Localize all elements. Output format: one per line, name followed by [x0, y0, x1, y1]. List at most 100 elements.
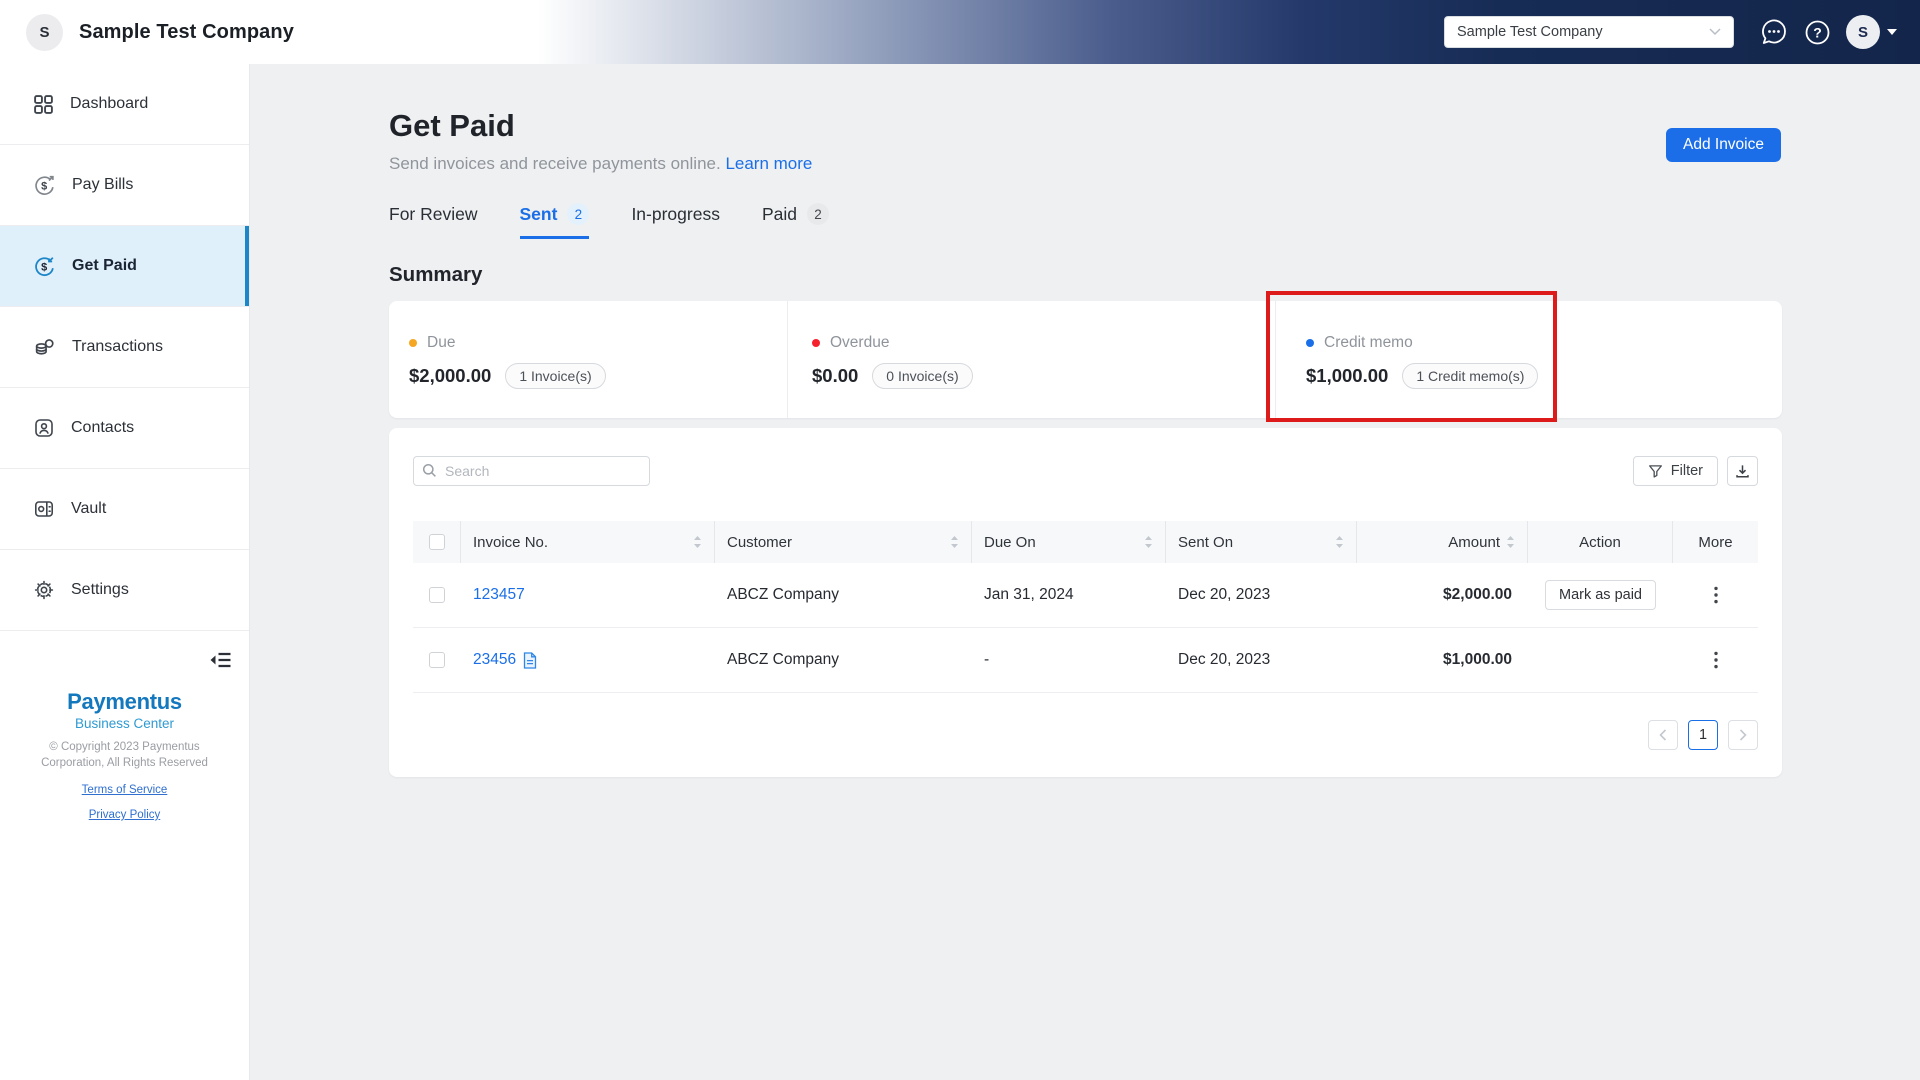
- page-number-button[interactable]: 1: [1688, 720, 1718, 750]
- gear-icon: [33, 579, 55, 601]
- column-header-invoice-no[interactable]: Invoice No.: [461, 521, 715, 563]
- column-header-due-on[interactable]: Due On: [972, 521, 1166, 563]
- user-avatar: S: [1846, 15, 1880, 49]
- column-header-more: More: [1673, 521, 1758, 563]
- learn-more-link[interactable]: Learn more: [725, 154, 812, 173]
- table-row: 23456 ABCZ Company - Dec 20, 2023 $1,000…: [413, 628, 1758, 693]
- tab-paid[interactable]: Paid 2: [762, 203, 829, 239]
- chat-button[interactable]: [1759, 17, 1789, 47]
- business-center-label: Business Center: [74, 716, 175, 731]
- sidebar-item-dashboard[interactable]: Dashboard: [0, 64, 249, 145]
- pagination: 1: [413, 720, 1758, 750]
- tab-bar: For Review Sent 2 In-progress Paid 2: [389, 203, 1782, 239]
- sidebar-item-vault[interactable]: Vault: [0, 469, 249, 550]
- sidebar-item-label: Transactions: [72, 338, 163, 355]
- vault-safe-icon: [33, 498, 55, 520]
- funnel-icon: [1648, 464, 1663, 479]
- column-label: Amount: [1448, 533, 1500, 551]
- help-button[interactable]: ?: [1804, 19, 1831, 46]
- credit-memo-document-icon: [523, 651, 537, 669]
- credit-memo-label: Credit memo: [1324, 334, 1413, 351]
- filter-label: Filter: [1670, 463, 1703, 479]
- invoice-table-card: Filter: [389, 428, 1782, 777]
- amount-cell: $1,000.00: [1443, 651, 1512, 668]
- tab-count-badge: 2: [806, 203, 829, 225]
- copyright-text: © Copyright 2023 Paymentus Corporation, …: [41, 741, 208, 769]
- tab-label: Sent: [519, 203, 558, 224]
- sidebar-collapse-button[interactable]: [209, 651, 232, 669]
- top-header: S Sample Test Company Sample Test Compan…: [0, 0, 1920, 64]
- tab-for-review[interactable]: For Review: [389, 203, 478, 239]
- summary-card: Due $2,000.00 1 Invoice(s) Overdue $0.00…: [389, 291, 1782, 422]
- paymentus-logo: Paymentus: [67, 689, 182, 714]
- chevron-right-icon: [1739, 729, 1747, 741]
- tab-in-progress[interactable]: In-progress: [631, 203, 720, 239]
- sidebar-item-settings[interactable]: Settings: [0, 550, 249, 631]
- collapse-menu-icon: [209, 651, 232, 669]
- mark-as-paid-button[interactable]: Mark as paid: [1544, 580, 1656, 610]
- sidebar-item-pay-bills[interactable]: $ Pay Bills: [0, 145, 249, 226]
- column-label: Sent On: [1178, 533, 1234, 551]
- user-menu[interactable]: S: [1846, 15, 1897, 49]
- select-all-cell: [413, 521, 461, 563]
- page-subtitle: Send invoices and receive payments onlin…: [389, 154, 1782, 174]
- sidebar-footer: Paymentus Business Center © Copyright 20…: [0, 631, 249, 821]
- header-actions: Sample Test Company ? S: [1444, 15, 1920, 49]
- column-header-amount[interactable]: Amount: [1357, 521, 1528, 563]
- contacts-person-icon: [33, 417, 55, 439]
- privacy-policy-link[interactable]: Privacy Policy: [0, 809, 249, 821]
- row-more-button[interactable]: [1708, 580, 1724, 610]
- workspace-select[interactable]: Sample Test Company: [1444, 16, 1734, 48]
- credit-memo-dot-icon: [1306, 339, 1314, 347]
- customer-cell: ABCZ Company: [727, 586, 839, 603]
- main-content: Get Paid Send invoices and receive payme…: [250, 64, 1920, 1080]
- sidebar-item-get-paid[interactable]: $ Get Paid: [0, 226, 249, 307]
- column-label: Invoice No.: [473, 533, 549, 551]
- pay-bills-icon: $: [33, 174, 56, 197]
- column-header-customer[interactable]: Customer: [715, 521, 972, 563]
- tab-label: In-progress: [631, 203, 720, 224]
- terms-of-service-link[interactable]: Terms of Service: [0, 784, 249, 796]
- column-label: Action: [1579, 533, 1621, 551]
- customer-cell: ABCZ Company: [727, 651, 839, 668]
- row-checkbox[interactable]: [429, 587, 445, 603]
- invoice-link[interactable]: 23456: [473, 651, 537, 669]
- select-all-checkbox[interactable]: [428, 534, 445, 550]
- sidebar-item-contacts[interactable]: Contacts: [0, 388, 249, 469]
- sort-icon: [1335, 535, 1344, 549]
- sidebar-item-label: Contacts: [71, 419, 135, 436]
- tab-sent[interactable]: Sent 2: [519, 203, 590, 239]
- filter-button[interactable]: Filter: [1632, 456, 1718, 486]
- table-controls: Filter: [413, 456, 1758, 486]
- chevron-down-icon: [1709, 28, 1721, 36]
- overdue-dot-icon: [812, 339, 820, 347]
- column-header-action: Action: [1528, 521, 1673, 563]
- row-checkbox[interactable]: [429, 652, 445, 668]
- due-count-pill: 1 Invoice(s): [505, 363, 606, 389]
- table-row: 123457 ABCZ Company Jan 31, 2024 Dec 20,…: [413, 563, 1758, 628]
- company-name: Sample Test Company: [79, 20, 294, 43]
- get-paid-icon: $: [33, 255, 56, 278]
- sidebar-item-label: Dashboard: [70, 95, 149, 112]
- summary-credit-memo: Credit memo $1,000.00 1 Credit memo(s): [1275, 301, 1782, 418]
- invoice-link[interactable]: 123457: [473, 586, 525, 604]
- sort-icon: [1144, 535, 1153, 549]
- next-page-button[interactable]: [1728, 720, 1758, 750]
- due-on-cell: Jan 31, 2024: [984, 586, 1074, 603]
- add-invoice-button[interactable]: Add Invoice: [1666, 128, 1781, 162]
- download-button[interactable]: [1727, 456, 1758, 486]
- overdue-count-pill: 0 Invoice(s): [872, 363, 973, 389]
- search-icon: [422, 463, 437, 478]
- row-more-button[interactable]: [1708, 645, 1724, 675]
- previous-page-button[interactable]: [1648, 720, 1678, 750]
- column-header-sent-on[interactable]: Sent On: [1166, 521, 1357, 563]
- due-label: Due: [427, 334, 456, 351]
- summary-due: Due $2,000.00 1 Invoice(s): [389, 301, 787, 418]
- chat-bubble-icon: [1759, 17, 1789, 47]
- header-brand-area: S Sample Test Company: [0, 13, 294, 51]
- search-input[interactable]: [413, 456, 650, 486]
- due-dot-icon: [409, 339, 417, 347]
- sort-icon: [693, 535, 702, 549]
- sidebar-item-transactions[interactable]: Transactions: [0, 307, 249, 388]
- svg-text:$: $: [41, 180, 47, 192]
